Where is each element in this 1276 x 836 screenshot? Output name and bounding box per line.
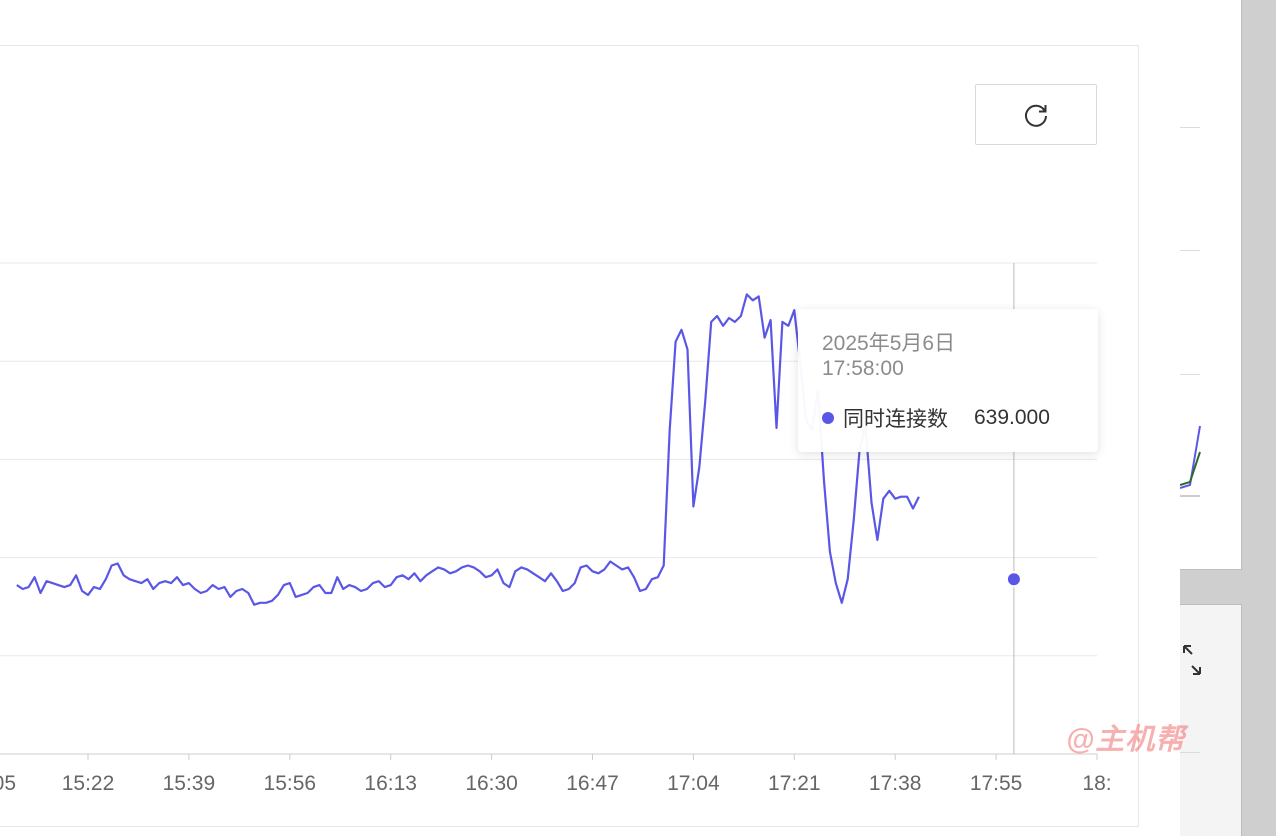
- x-tick-label: 15:56: [264, 772, 317, 795]
- x-tick-label: 15:22: [62, 772, 115, 795]
- side-chart-lines: [1180, 425, 1201, 497]
- x-tick-label: 17:04: [667, 772, 720, 795]
- chart-tooltip: 2025年5月6日 17:58:00 同时连接数 639.000: [798, 309, 1098, 452]
- hover-point: [1005, 571, 1022, 588]
- series-marker-icon: [822, 412, 834, 424]
- tooltip-datetime: 2025年5月6日 17:58:00: [822, 331, 992, 381]
- watermark: @主机帮: [1066, 724, 1186, 756]
- refresh-button[interactable]: [975, 84, 1097, 145]
- refresh-icon: [1025, 104, 1047, 127]
- side-gridline: [1180, 250, 1200, 251]
- x-tick-label: 17:38: [869, 772, 922, 795]
- series-line: [16, 293, 920, 606]
- tooltip-series-row: 同时连接数 639.000: [822, 403, 1074, 433]
- tooltip-date: 2025年5月6日: [822, 332, 956, 355]
- x-tick-label: 17:21: [768, 772, 821, 795]
- x-tick-label: 05: [0, 772, 16, 795]
- side-gridline: [1180, 374, 1200, 375]
- x-tick-label: 16:47: [566, 772, 619, 795]
- series-layer: [16, 293, 920, 606]
- x-tick-label: 17:55: [970, 772, 1023, 795]
- side-card-bottom: [1180, 604, 1242, 836]
- tooltip-value: 639.000: [974, 406, 1050, 429]
- expand-icon[interactable]: [1181, 643, 1203, 677]
- x-tick-label: 18:: [1082, 772, 1111, 795]
- tooltip-series-name: 同时连接数: [843, 408, 948, 431]
- x-tick-label: 16:13: [364, 772, 417, 795]
- x-tick-label: 15:39: [163, 772, 216, 795]
- x-tick-label: 16:30: [465, 772, 518, 795]
- side-gridline: [1180, 127, 1200, 128]
- x-axis: 05 15:22 15:39 15:56 16:13 16:30 16:47 17:04 17:…: [0, 753, 1112, 795]
- tooltip-time: 17:58:00: [822, 357, 904, 380]
